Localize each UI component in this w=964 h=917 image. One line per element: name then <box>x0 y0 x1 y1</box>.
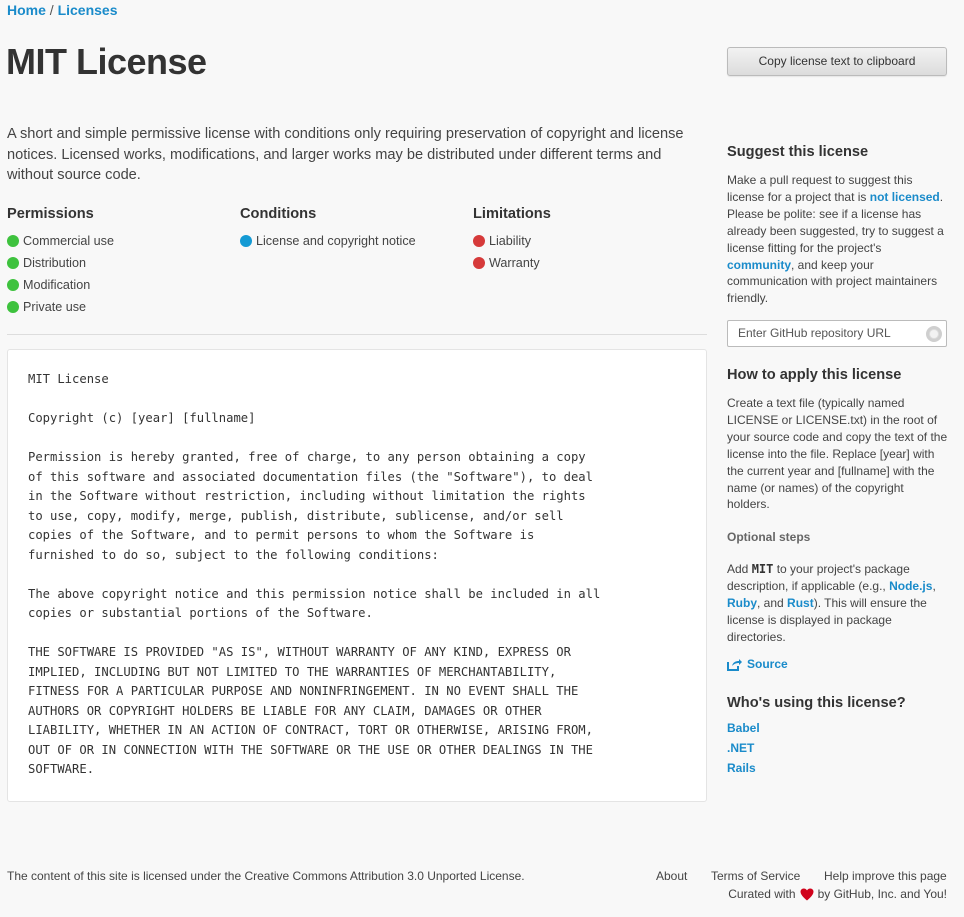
external-link-icon <box>727 658 742 671</box>
limitation-dot-icon <box>473 257 485 269</box>
footer-curated: Curated with by GitHub, Inc. and You! <box>728 887 947 901</box>
rule-item[interactable]: Modification <box>7 274 114 296</box>
ruby-link[interactable]: Ruby <box>727 596 757 610</box>
apply-text: Create a text file (typically named LICE… <box>727 396 948 512</box>
source-link[interactable]: Source <box>727 657 788 671</box>
condition-dot-icon <box>240 235 252 247</box>
users-heading: Who's using this license? <box>727 695 906 711</box>
not-licensed-link[interactable]: not licensed <box>870 190 940 204</box>
copy-license-button[interactable]: Copy license text to clipboard <box>727 47 947 76</box>
limitations-column: Limitations Liability Warranty <box>473 206 551 274</box>
rule-label: Distribution <box>23 256 86 270</box>
breadcrumb-home-link[interactable]: Home <box>7 2 46 18</box>
heart-icon <box>800 888 814 900</box>
rule-label: Modification <box>23 278 91 292</box>
permissions-column: Permissions Commercial use Distribution … <box>7 206 114 318</box>
optional-text-part: , and <box>757 595 788 610</box>
limitation-dot-icon <box>473 235 485 247</box>
license-text[interactable]: MIT License Copyright (c) [year] [fullna… <box>28 370 600 780</box>
rule-item[interactable]: Private use <box>7 296 114 318</box>
rule-label: License and copyright notice <box>256 234 416 248</box>
community-link[interactable]: community <box>727 258 791 272</box>
license-text-box: MIT License Copyright (c) [year] [fullna… <box>7 349 707 802</box>
permission-dot-icon <box>7 235 19 247</box>
optional-text-part: , <box>932 578 936 593</box>
rule-label: Warranty <box>489 256 540 270</box>
footer-terms-link[interactable]: Terms of Service <box>711 869 800 883</box>
divider <box>7 334 707 335</box>
rule-label: Private use <box>23 300 86 314</box>
apply-heading: How to apply this license <box>727 367 902 383</box>
conditions-heading: Conditions <box>240 206 317 222</box>
breadcrumb-separator: / <box>49 2 54 18</box>
user-link-babel[interactable]: Babel <box>727 721 760 735</box>
optional-steps-heading: Optional steps <box>727 530 811 544</box>
rule-item[interactable]: Commercial use <box>7 230 114 252</box>
rule-item[interactable]: License and copyright notice <box>240 230 416 252</box>
optional-text-part: Add <box>727 562 752 576</box>
suggest-text: Make a pull request to suggest this lice… <box>727 172 949 307</box>
rule-item[interactable]: Warranty <box>473 252 551 274</box>
breadcrumb-licenses-link[interactable]: Licenses <box>58 2 118 18</box>
rust-link[interactable]: Rust <box>787 596 814 610</box>
nodejs-link[interactable]: Node.js <box>889 579 932 593</box>
curated-text: by GitHub, Inc. and You! <box>817 887 947 901</box>
footer-help-link[interactable]: Help improve this page <box>824 869 947 883</box>
rule-label: Liability <box>489 234 531 248</box>
footer-about-link[interactable]: About <box>656 869 687 883</box>
breadcrumb: Home / Licenses <box>7 2 118 18</box>
user-link-dotnet[interactable]: .NET <box>727 741 754 755</box>
spinner-icon <box>926 326 942 342</box>
curated-text: Curated with <box>728 887 796 901</box>
page-title: MIT License <box>6 41 207 82</box>
source-link-label[interactable]: Source <box>747 657 788 671</box>
repository-url-input[interactable]: Enter GitHub repository URL <box>727 320 947 347</box>
permission-dot-icon <box>7 279 19 291</box>
permission-dot-icon <box>7 301 19 313</box>
mit-code: MIT <box>751 562 774 576</box>
users-list: Babel .NET Rails <box>727 721 760 781</box>
suggest-heading: Suggest this license <box>727 144 869 160</box>
optional-steps-text: Add MIT to your project's package descri… <box>727 561 949 646</box>
rule-label: Commercial use <box>23 234 114 248</box>
permissions-heading: Permissions <box>7 206 94 222</box>
rule-item[interactable]: Liability <box>473 230 551 252</box>
license-description: A short and simple permissive license wi… <box>7 126 684 183</box>
rule-item[interactable]: Distribution <box>7 252 114 274</box>
limitations-heading: Limitations <box>473 206 551 222</box>
repository-url-placeholder: Enter GitHub repository URL <box>738 326 891 340</box>
footer-license-note[interactable]: The content of this site is licensed und… <box>7 869 525 883</box>
user-link-rails[interactable]: Rails <box>727 761 756 775</box>
license-rules: Permissions Commercial use Distribution … <box>7 206 707 316</box>
conditions-column: Conditions License and copyright notice <box>240 206 416 252</box>
permission-dot-icon <box>7 257 19 269</box>
